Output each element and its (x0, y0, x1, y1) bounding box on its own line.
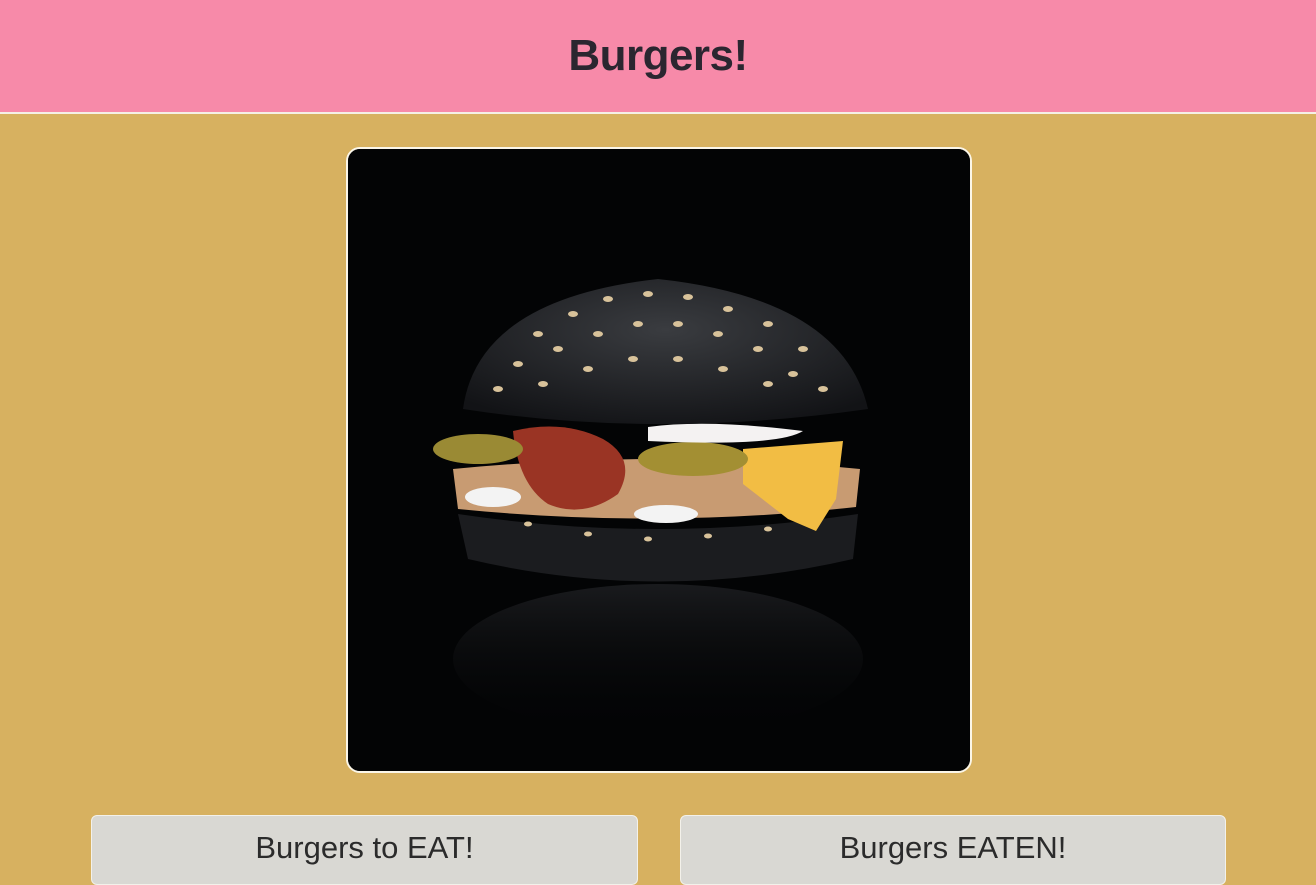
burgers-eaten-panel: Burgers EATEN! (680, 815, 1226, 885)
burgers-to-eat-panel: Burgers to EAT! (91, 815, 638, 885)
site-header: Burgers! (0, 0, 1316, 114)
burger-image (346, 147, 972, 773)
burgers-eaten-heading: Burgers EATEN! (839, 830, 1067, 865)
page-title: Burgers! (568, 31, 748, 80)
burger-illustration (348, 149, 970, 771)
burgers-to-eat-heading: Burgers to EAT! (255, 830, 474, 865)
